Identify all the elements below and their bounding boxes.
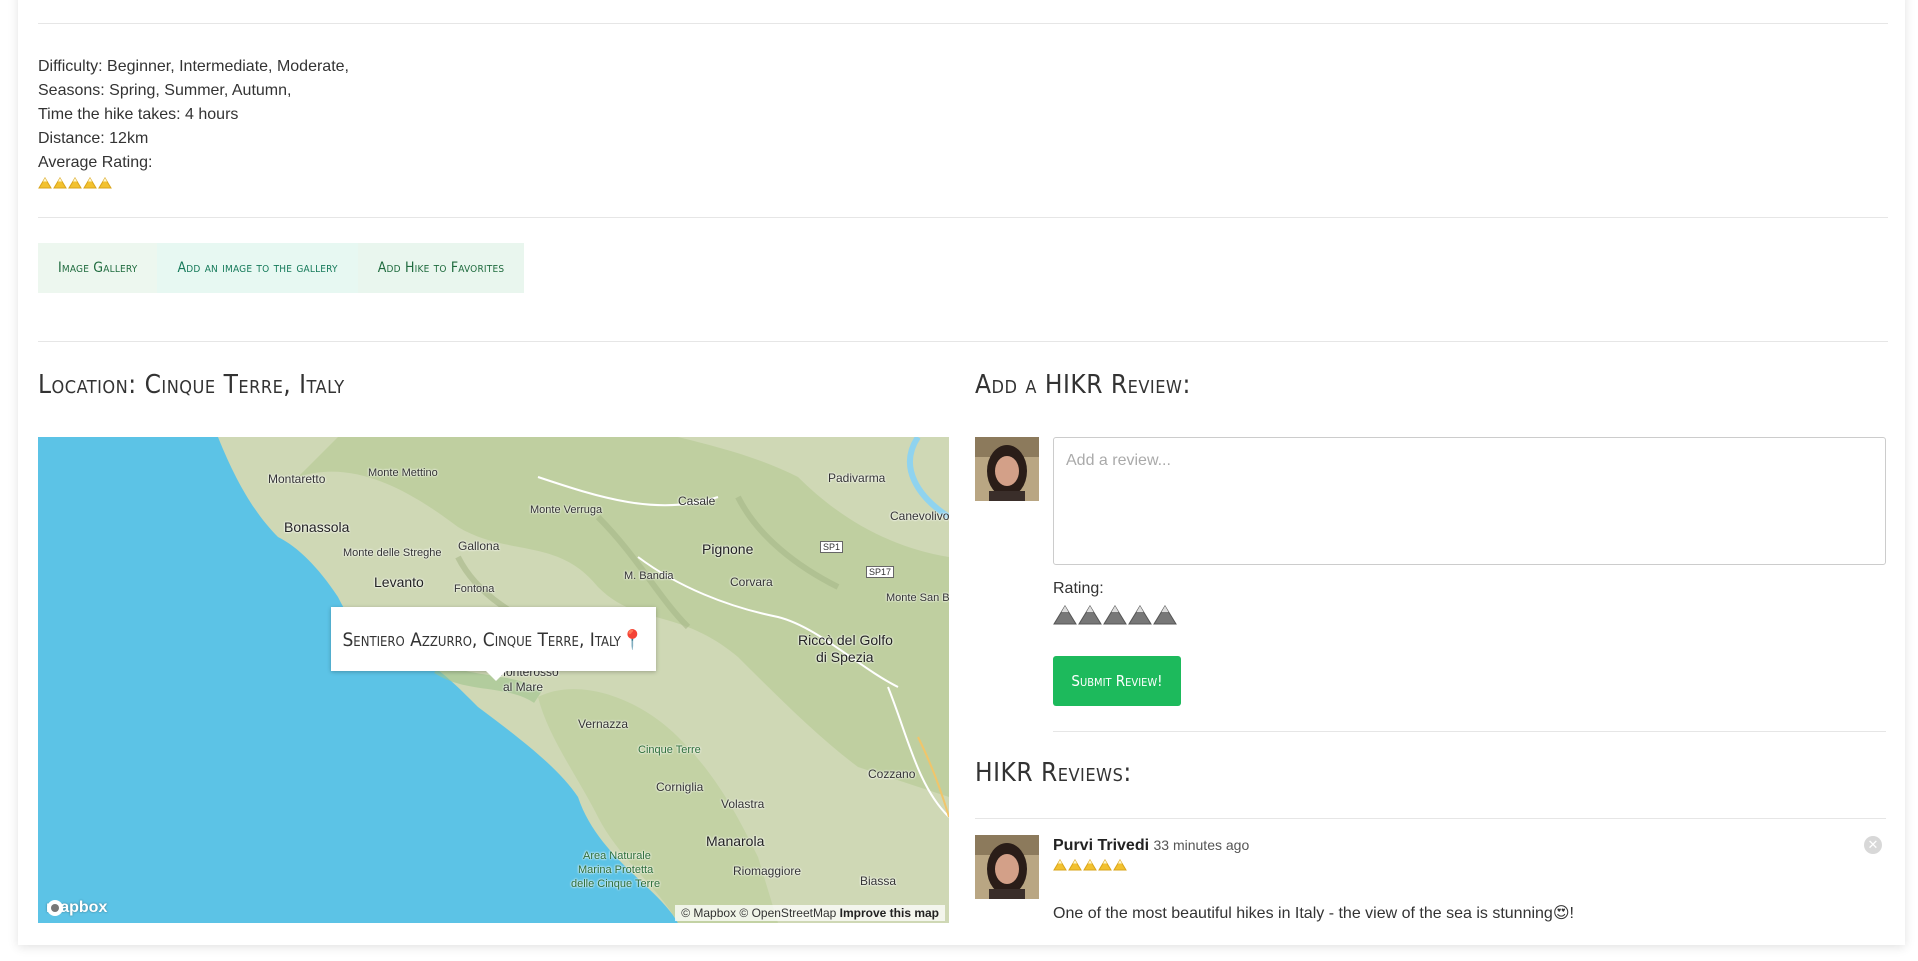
mapbox-logo[interactable]: mapbox	[46, 899, 107, 917]
map-label: delle Cinque Terre	[571, 878, 661, 890]
map-label: Pignone	[702, 541, 754, 557]
mountain-rating-icon	[1098, 859, 1112, 871]
mountain-rating-icon	[1113, 859, 1127, 871]
review-text: One of the most beautiful hikes in Italy…	[1053, 905, 1574, 922]
map-label: Cinque Terre	[638, 744, 701, 756]
map-label: Monte Verruga	[530, 504, 603, 516]
map-label: Vernazza	[578, 717, 629, 731]
map-label: Corvara	[730, 575, 773, 589]
mountain-rating-icon	[38, 177, 52, 189]
map-label: Riccò del Golfo	[798, 632, 893, 648]
review-textarea[interactable]: Add a review...	[1053, 437, 1886, 565]
review-avatar	[975, 835, 1039, 899]
map[interactable]: Montaretto Monte Mettino Padivarma Bonas…	[38, 437, 949, 923]
map-label: Manarola	[706, 833, 765, 849]
map-label: Monte Mettino	[368, 467, 438, 479]
mountain-rating-icon[interactable]	[1128, 605, 1152, 625]
difficulty-text: Difficulty: Beginner, Intermediate, Mode…	[38, 58, 349, 75]
mountain-rating-icon	[1053, 859, 1067, 871]
divider	[38, 341, 1888, 342]
delete-review-icon[interactable]: ✕	[1864, 836, 1882, 854]
hike-details: Difficulty: Beginner, Intermediate, Mode…	[38, 55, 349, 189]
submit-review-button[interactable]: Submit Review!	[1053, 656, 1181, 706]
mountain-rating-icon	[98, 177, 112, 189]
map-attribution: © Mapbox © OpenStreetMap Improve this ma…	[675, 905, 945, 921]
mountain-rating-icon	[53, 177, 67, 189]
image-gallery-button[interactable]: Image Gallery	[38, 243, 158, 293]
mountain-rating-icon	[83, 177, 97, 189]
mountain-rating-icon[interactable]	[1153, 605, 1177, 625]
map-label: Volastra	[721, 797, 765, 811]
map-label: Fontona	[454, 583, 495, 595]
mountain-rating-icon[interactable]	[1053, 605, 1077, 625]
map-label: Gallona	[458, 539, 500, 553]
map-label: Area Naturale	[583, 850, 651, 862]
review-time: 33 minutes ago	[1153, 837, 1250, 853]
map-label: SP17	[866, 566, 895, 578]
reviewer-avatar-image	[975, 835, 1039, 899]
time-text: Time the hike takes: 4 hours	[38, 106, 239, 123]
add-image-button[interactable]: Add an image to the gallery	[157, 243, 358, 293]
map-label: Corniglia	[656, 780, 704, 794]
map-label: Montaretto	[268, 472, 326, 486]
location-popup: Sentiero Azzurro, Cinque Terre, Italy📍	[331, 607, 656, 681]
improve-map-link[interactable]: Improve this map	[840, 906, 939, 920]
map-label: Cozzano	[868, 767, 916, 781]
seasons-text: Seasons: Spring, Summer, Autumn,	[38, 82, 292, 99]
mountain-rating-icon[interactable]	[1103, 605, 1127, 625]
mountain-rating-icon	[1068, 859, 1082, 871]
hike-action-buttons: Image Gallery Add an image to the galler…	[38, 243, 525, 293]
reviews-heading: HIKR Reviews:	[975, 758, 1132, 788]
rating-selector[interactable]	[1053, 605, 1177, 625]
review-rating	[1053, 859, 1127, 871]
user-avatar-image	[975, 437, 1039, 501]
review-author[interactable]: Purvi Trivedi	[1053, 837, 1149, 854]
map-label: M. Bandia	[624, 570, 674, 582]
map-label: Marina Protetta	[578, 864, 654, 876]
rating-label: Rating:	[1053, 580, 1104, 597]
map-label: Padivarma	[828, 471, 886, 485]
average-rating-label: Average Rating:	[38, 154, 153, 171]
map-label: Monte San B	[886, 592, 949, 604]
attribution-text[interactable]: © Mapbox © OpenStreetMap	[681, 906, 836, 920]
map-label: Levanto	[374, 574, 424, 590]
avatar	[975, 437, 1039, 501]
add-review-heading: Add a HIKR Review:	[975, 370, 1191, 400]
mapbox-icon	[47, 900, 63, 916]
mountain-rating-icon[interactable]	[1078, 605, 1102, 625]
map-label: SP1	[820, 541, 844, 553]
divider	[38, 23, 1888, 24]
add-favorite-button[interactable]: Add Hike to Favorites	[357, 243, 525, 293]
map-label: di Spezia	[816, 649, 874, 665]
map-label: Bonassola	[284, 519, 350, 535]
map-label: Casale	[678, 494, 716, 508]
divider	[1053, 731, 1886, 732]
average-rating-mountains	[38, 177, 349, 189]
review-header: Purvi Trivedi 33 minutes ago	[1053, 837, 1249, 855]
map-label: Monte delle Streghe	[343, 547, 442, 559]
mountain-rating-icon	[1083, 859, 1097, 871]
map-label: al Mare	[503, 680, 544, 694]
mountain-rating-icon	[68, 177, 82, 189]
location-heading: Location: Cinque Terre, Italy	[38, 370, 345, 400]
map-label: Biassa	[860, 874, 897, 888]
divider	[975, 818, 1886, 819]
map-label: Riomaggiore	[733, 864, 802, 878]
map-label: Canevolivo	[890, 509, 949, 523]
divider	[38, 217, 1888, 218]
distance-text: Distance: 12km	[38, 130, 149, 147]
